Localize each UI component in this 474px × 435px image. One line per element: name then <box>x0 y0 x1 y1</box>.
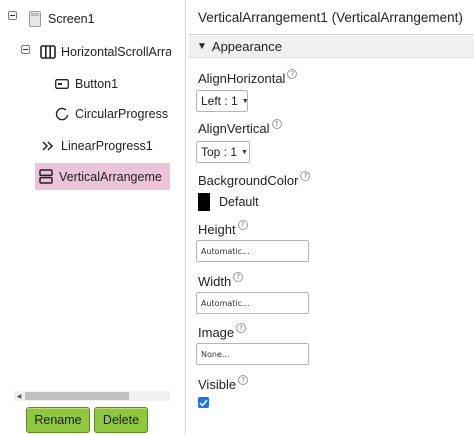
help-icon[interactable]: ? <box>238 375 249 385</box>
designer-root: Screen1 HorizontalScrollArra Button1 Cir… <box>0 0 474 435</box>
image-input[interactable]: None... <box>196 343 309 365</box>
help-icon[interactable]: ? <box>237 220 248 230</box>
height-label: Height? <box>198 220 248 237</box>
dropdown-caret-icon: ▼ <box>241 148 248 156</box>
checkmark-icon <box>199 399 208 407</box>
background-color-label: BackgroundColor? <box>198 171 311 188</box>
align-horizontal-select[interactable]: Left : 1 ▼ <box>196 90 249 112</box>
collapse-screen1-toggle[interactable] <box>8 11 17 20</box>
tree-item-label: HorizontalScrollArra <box>61 45 171 59</box>
components-tree-panel: Screen1 HorizontalScrollArra Button1 Cir… <box>0 0 186 435</box>
help-icon[interactable]: ? <box>233 272 244 282</box>
tree-item-linear-progress1[interactable]: LinearProgress1 <box>40 136 171 156</box>
tree-item-label: LinearProgress1 <box>61 139 153 153</box>
label-text: AlignHorizontal <box>198 71 286 86</box>
section-title: Appearance <box>211 39 283 54</box>
color-swatch[interactable] <box>198 193 210 211</box>
label-text: Width <box>198 274 232 289</box>
tree-item-screen1[interactable]: Screen1 <box>27 9 177 29</box>
tree-item-label: VerticalArrangeme <box>59 169 162 184</box>
scroll-left-arrow-icon[interactable]: ◀ <box>14 391 24 401</box>
align-vertical-select[interactable]: Top : 1 ▼ <box>196 141 250 163</box>
dropdown-caret-icon: ▼ <box>241 97 249 105</box>
select-value: Top : 1 <box>201 145 238 159</box>
label-text: Height <box>198 222 236 237</box>
image-label: Image? <box>198 323 247 340</box>
vertical-arrangement-icon <box>38 169 54 185</box>
tree-item-label: Button1 <box>75 77 119 91</box>
select-value: Left : 1 <box>201 94 238 108</box>
properties-header: VerticalArrangement1 (VerticalArrangemen… <box>189 0 474 35</box>
label-text: AlignVertical <box>198 121 270 136</box>
tree-horizontal-scrollbar[interactable]: ◀ <box>14 391 170 401</box>
rename-button[interactable]: Rename <box>26 407 90 433</box>
properties-panel: VerticalArrangement1 (VerticalArrangemen… <box>189 0 474 435</box>
appearance-section-toggle[interactable]: ▼ Appearance <box>189 36 474 58</box>
circular-progress-icon <box>54 106 70 122</box>
label-text: Visible <box>198 377 237 392</box>
delete-button[interactable]: Delete <box>94 407 148 433</box>
tree-item-label: CircularProgress <box>75 107 169 121</box>
height-input[interactable]: Automatic... <box>196 240 309 262</box>
width-label: Width? <box>198 272 244 289</box>
collapse-horizontal-scroll-toggle[interactable] <box>21 45 30 54</box>
visible-label: Visible? <box>198 375 249 392</box>
tree-item-vertical-arrangement[interactable]: VerticalArrangeme <box>35 163 170 190</box>
help-icon[interactable]: ? <box>271 119 282 129</box>
tree-item-button1[interactable]: Button1 <box>54 74 171 94</box>
button-icon <box>54 76 70 92</box>
width-input[interactable]: Automatic... <box>196 292 309 314</box>
scrollbar-thumb[interactable] <box>25 392 129 400</box>
help-icon[interactable]: ? <box>300 171 311 181</box>
label-text: Image <box>198 325 235 340</box>
linear-progress-icon <box>40 138 56 154</box>
align-horizontal-label: AlignHorizontal? <box>198 69 298 86</box>
align-vertical-label: AlignVertical? <box>198 119 282 136</box>
visible-checkbox[interactable] <box>198 397 209 408</box>
tree-item-label: Screen1 <box>48 12 95 26</box>
label-text: BackgroundColor <box>198 173 299 188</box>
background-color-value[interactable]: Default <box>219 195 259 209</box>
tree-item-circular-progress[interactable]: CircularProgress <box>54 104 171 124</box>
tree-item-horizontal-scroll-arrangement[interactable]: HorizontalScrollArra <box>40 42 171 62</box>
help-icon[interactable]: ? <box>236 323 247 333</box>
screen-icon <box>27 11 43 27</box>
horizontal-arrangement-icon <box>40 44 56 60</box>
help-icon[interactable]: ? <box>287 69 298 79</box>
collapse-triangle-icon: ▼ <box>197 41 207 52</box>
